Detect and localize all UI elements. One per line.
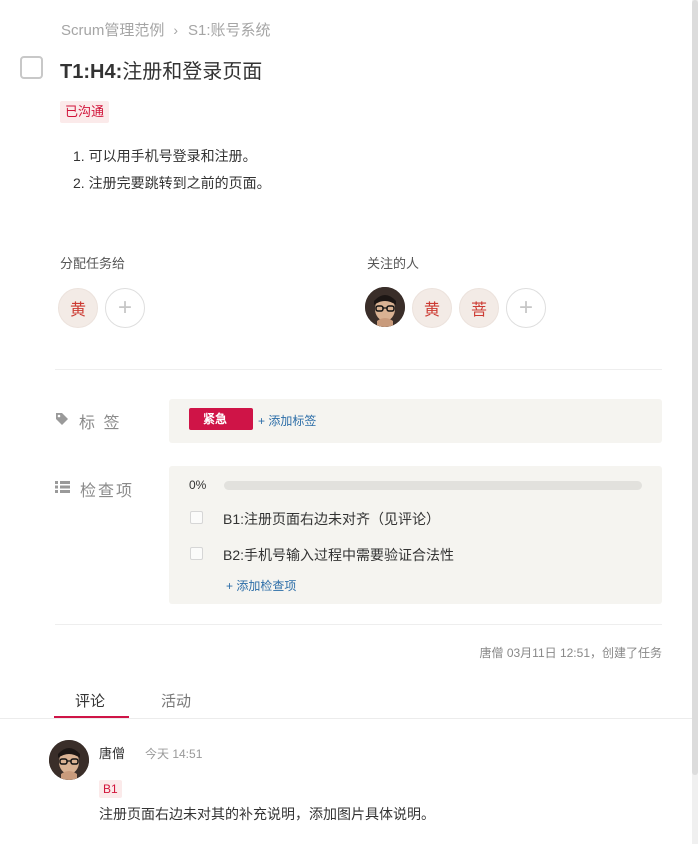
scrollbar-thumb[interactable] xyxy=(692,0,698,775)
task-title-code: T1:H4: xyxy=(60,61,123,83)
task-description[interactable]: 1. 可以用手机号登录和注册。 2. 注册完要跳转到之前的页面。 xyxy=(73,143,271,197)
divider xyxy=(55,624,662,625)
add-follower-button[interactable]: + xyxy=(506,288,546,328)
tab-activity[interactable]: 活动 xyxy=(161,690,191,711)
status-badge[interactable]: 已沟通 xyxy=(60,101,110,123)
tag-icon xyxy=(55,412,69,431)
breadcrumb-project[interactable]: Scrum管理范例 xyxy=(61,22,164,39)
follower-avatar[interactable]: 黄 xyxy=(412,288,452,328)
comment-author-avatar[interactable] xyxy=(49,740,89,780)
follower-avatar[interactable]: 菩 xyxy=(459,288,499,328)
follower-avatar-photo[interactable] xyxy=(365,287,405,327)
user-photo-icon xyxy=(49,740,89,780)
comment-timestamp: 今天 14:51 xyxy=(145,747,203,761)
tag-urgent[interactable]: 紧急 xyxy=(189,408,253,430)
comment-author-name[interactable]: 唐僧 xyxy=(99,743,125,762)
checklist-item-checkbox[interactable] xyxy=(190,547,203,560)
tags-label-text: 标 签 xyxy=(79,415,122,432)
add-tag-link[interactable]: + 添加标签 xyxy=(258,412,316,429)
created-meta: 唐僧 03月11日 12:51，创建了任务 xyxy=(479,646,662,660)
tab-comments[interactable]: 评论 xyxy=(75,690,105,711)
checklist-item-checkbox[interactable] xyxy=(190,511,203,524)
checklist-item-text[interactable]: B2:手机号输入过程中需要验证合法性 xyxy=(223,545,454,565)
comment-body: 注册页面右边未对其的补充说明，添加图片具体说明。 xyxy=(99,806,435,822)
assignee-label: 分配任务给 xyxy=(60,256,126,271)
add-assignee-button[interactable]: + xyxy=(105,288,145,328)
followers-label: 关注的人 xyxy=(367,256,420,271)
tags-field-label: 标 签 xyxy=(55,409,121,433)
breadcrumb-story[interactable]: S1:账号系统 xyxy=(188,22,271,39)
description-line: 1. 可以用手机号登录和注册。 xyxy=(73,148,257,164)
checklist-progress-text: 0% xyxy=(189,478,207,492)
active-tab-indicator xyxy=(54,716,129,718)
breadcrumb-separator: › xyxy=(173,22,179,38)
divider xyxy=(55,369,662,370)
tabs-divider xyxy=(0,718,692,719)
user-photo-icon xyxy=(365,287,405,327)
checklist-field-label: 检查项 xyxy=(55,477,134,501)
add-checklist-item-link[interactable]: + 添加检查项 xyxy=(226,577,296,594)
task-title-text: 注册和登录页面 xyxy=(122,61,263,83)
task-complete-checkbox[interactable] xyxy=(20,56,43,79)
checklist-progress-bar xyxy=(224,481,642,490)
breadcrumb: Scrum管理范例 › S1:账号系统 xyxy=(61,19,271,40)
checklist-label-text: 检查项 xyxy=(80,483,135,500)
list-icon xyxy=(55,480,70,498)
description-line: 2. 注册完要跳转到之前的页面。 xyxy=(73,175,271,191)
checklist-item-text[interactable]: B1:注册页面右边未对齐（见评论） xyxy=(223,509,440,529)
comment-reference-tag[interactable]: B1 xyxy=(99,780,122,798)
scrollbar[interactable] xyxy=(692,0,698,844)
task-title[interactable]: T1:H4:注册和登录页面 xyxy=(60,55,262,84)
assignee-avatar[interactable]: 黄 xyxy=(58,288,98,328)
